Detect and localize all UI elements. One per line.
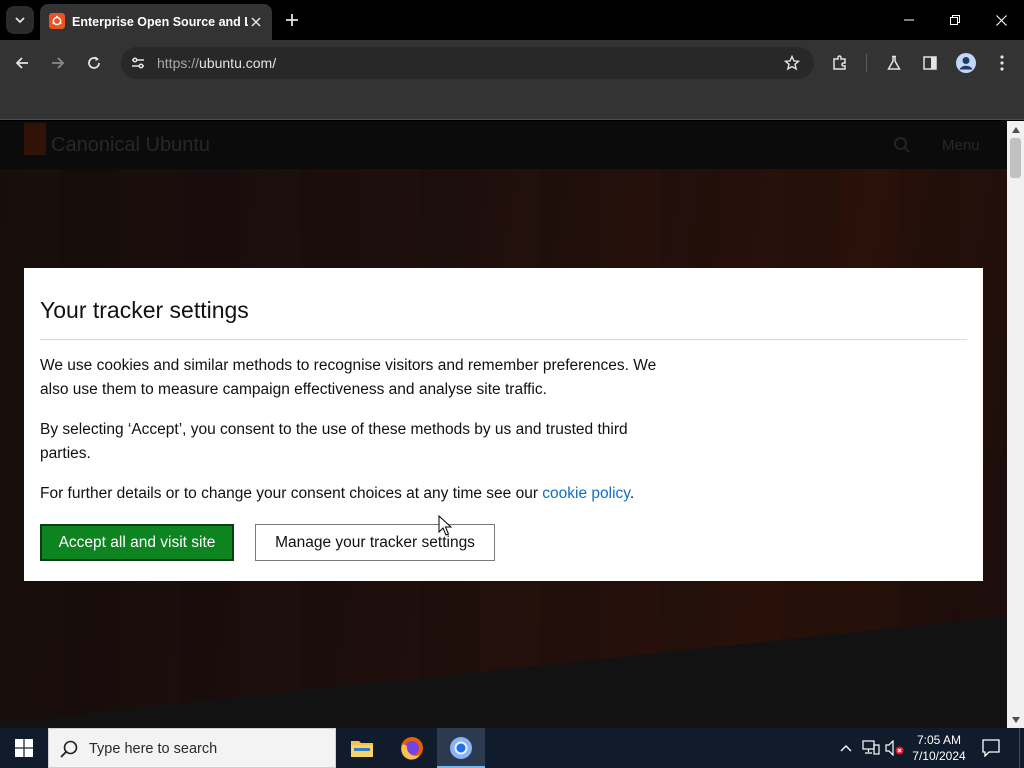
minimize-icon [904, 19, 914, 21]
forward-button[interactable] [44, 49, 72, 77]
chevron-up-icon [840, 745, 852, 752]
search-icon [60, 740, 78, 758]
taskbar-search-placeholder: Type here to search [89, 741, 218, 757]
reload-button[interactable] [80, 49, 108, 77]
start-button[interactable] [0, 728, 48, 768]
triangle-up-icon [1011, 126, 1020, 133]
network-icon [862, 740, 880, 755]
mouse-pointer-icon [438, 515, 452, 536]
flask-icon [887, 55, 901, 70]
plus-icon [286, 14, 298, 26]
dialog-divider [40, 339, 967, 340]
clock-date: 7/10/2024 [912, 749, 966, 763]
url-host: ubuntu.com/ [199, 55, 277, 71]
chrome-taskbar-button[interactable] [437, 728, 485, 768]
profile-button[interactable] [952, 49, 980, 77]
tab-ubuntu[interactable]: Enterprise Open Source and Linux | Ubunt… [40, 4, 272, 40]
address-bar[interactable]: https://ubuntu.com/ [121, 47, 814, 79]
accept-all-button[interactable]: Accept all and visit site [40, 524, 234, 561]
extensions-button[interactable] [826, 49, 854, 77]
chevron-down-icon [15, 17, 25, 24]
tune-icon [132, 57, 144, 69]
arrow-right-icon [52, 57, 65, 69]
side-panel-button[interactable] [916, 49, 944, 77]
cookie-policy-link[interactable]: cookie policy [542, 485, 630, 502]
new-tab-button[interactable] [280, 8, 304, 32]
more-vertical-icon [1000, 55, 1004, 71]
scrollbar-thumb[interactable] [1010, 138, 1021, 178]
taskbar-clock[interactable]: 7:05 AM 7/10/2024 [906, 732, 972, 764]
restore-icon [950, 15, 960, 25]
ubuntu-favicon-icon [49, 13, 65, 29]
taskbar-search-box[interactable]: Type here to search [48, 728, 336, 768]
browser-tab-strip: Enterprise Open Source and Linux | Ubunt… [0, 0, 1024, 40]
file-explorer-taskbar-button[interactable] [338, 728, 386, 768]
tab-title: Enterprise Open Source and Linux | Ubunt… [72, 15, 248, 29]
close-icon [995, 14, 1007, 26]
notification-icon [982, 739, 1000, 757]
back-button[interactable] [8, 49, 36, 77]
windows-logo-icon [15, 739, 33, 757]
bookmarks-bar [0, 86, 1024, 120]
chrome-icon [450, 737, 472, 759]
side-panel-icon [923, 56, 937, 70]
star-icon [784, 55, 800, 71]
windows-taskbar: Type here to search 7:05 AM 7/10/2024 [0, 728, 1024, 768]
url-scheme: https:// [157, 55, 200, 71]
cookie-consent-dialog: Your tracker settings We use cookies and… [24, 268, 983, 581]
close-tab-button[interactable] [246, 12, 266, 32]
consent-paragraph-3: For further details or to change your co… [40, 482, 740, 506]
firefox-taskbar-button[interactable] [388, 728, 436, 768]
scroll-down-button[interactable] [1007, 711, 1024, 728]
arrow-left-icon [15, 57, 28, 69]
page-viewport: Canonical Ubuntu Menu Your tracker setti… [0, 121, 1007, 728]
puzzle-icon [833, 55, 846, 70]
minimize-button[interactable] [886, 0, 932, 40]
site-info-button[interactable] [125, 51, 151, 75]
network-tray-button[interactable] [861, 738, 881, 758]
triangle-down-icon [1011, 716, 1020, 723]
bookmark-star-button[interactable] [780, 51, 804, 75]
scroll-up-button[interactable] [1007, 121, 1024, 138]
show-desktop-button[interactable] [1019, 728, 1024, 768]
browser-menu-button[interactable] [988, 49, 1016, 77]
dialog-title: Your tracker settings [40, 297, 249, 323]
tab-search-button[interactable] [6, 6, 34, 34]
close-icon [251, 17, 261, 27]
volume-muted-icon [885, 740, 904, 756]
consent-paragraph-3-text: For further details or to change your co… [40, 485, 543, 502]
consent-paragraph-2: By selecting ‘Accept’, you consent to th… [40, 421, 628, 462]
labs-button[interactable] [880, 49, 908, 77]
consent-paragraph-3-end: . [629, 485, 635, 502]
page-scrollbar[interactable] [1007, 121, 1024, 728]
volume-tray-button[interactable] [885, 738, 905, 758]
restore-button[interactable] [932, 0, 978, 40]
clock-time: 7:05 AM [916, 733, 962, 747]
url-text: https://ubuntu.com/ [157, 55, 276, 71]
consent-paragraph-1: We use cookies and similar methods to re… [40, 357, 657, 398]
reload-icon [88, 56, 100, 69]
notifications-button[interactable] [980, 737, 1002, 759]
toolbar-divider [866, 54, 867, 72]
close-window-button[interactable] [978, 0, 1024, 40]
profile-avatar-icon [956, 53, 976, 73]
firefox-icon [401, 737, 423, 760]
folder-icon [351, 741, 373, 757]
show-hidden-icons-button[interactable] [836, 738, 856, 758]
manage-tracker-settings-button[interactable]: Manage your tracker settings [255, 524, 495, 561]
browser-toolbar: https://ubuntu.com/ [0, 40, 1024, 86]
